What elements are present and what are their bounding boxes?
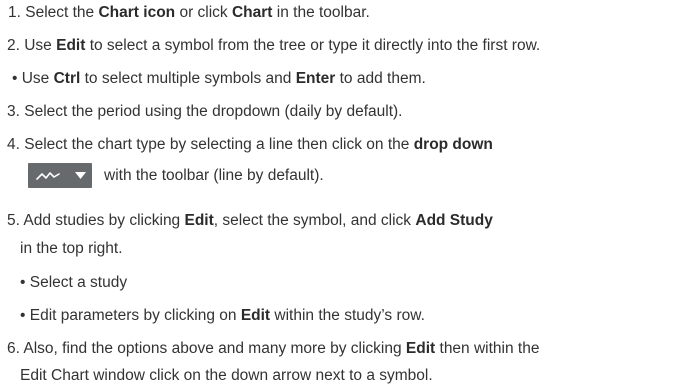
step-1-text-end: in the toolbar. xyxy=(272,4,370,21)
step-2: 2. Use Edit to select a symbol from the … xyxy=(7,36,540,56)
step-6-text-continued: Edit Chart window click on the down arro… xyxy=(20,367,433,384)
step-4-bold-drop-down: drop down xyxy=(413,136,493,153)
step-5-bold-add-study: Add Study xyxy=(415,212,493,229)
step-6-text: 6. Also, find the options above and many… xyxy=(7,340,406,357)
step-2-text: 2. Use xyxy=(7,37,57,54)
step-4-text: 4. Select the chart type by selecting a … xyxy=(7,136,414,153)
step-6-text-end: then within the xyxy=(435,340,540,357)
step-4-text-end: with the toolbar (line by default). xyxy=(104,167,324,184)
step-2-sub: • Use Ctrl to select multiple symbols an… xyxy=(12,69,426,89)
step-5-text-mid: , select the symbol, and click xyxy=(213,212,416,229)
step-1-bold-chart-icon: Chart icon xyxy=(98,4,176,21)
step-5-sub-2: • Edit parameters by clicking on Edit wi… xyxy=(20,306,425,326)
triangle-down-icon xyxy=(75,172,86,180)
step-2-sub-bold-ctrl: Ctrl xyxy=(53,70,81,87)
step-4: 4. Select the chart type by selecting a … xyxy=(7,135,493,155)
step-5-sub-2-text-end: within the study’s row. xyxy=(270,307,425,324)
step-2-sub-text-mid: to select multiple symbols and xyxy=(80,70,296,87)
step-2-sub-text: • Use xyxy=(12,70,54,87)
step-3-text: 3. Select the period using the dropdown … xyxy=(7,103,403,120)
step-5: 5. Add studies by clicking Edit, select … xyxy=(7,211,493,231)
step-1-text: 1. Select the xyxy=(8,4,99,21)
step-5-sub-2-text: • Edit parameters by clicking on xyxy=(20,307,241,324)
step-6-bold-edit: Edit xyxy=(405,340,436,357)
step-5-bold-edit: Edit xyxy=(184,212,214,229)
step-1: 1. Select the Chart icon or click Chart … xyxy=(8,3,370,23)
step-2-sub-bold-enter: Enter xyxy=(295,70,336,87)
step-2-sub-text-end: to add them. xyxy=(335,70,426,87)
step-2-bold-edit: Edit xyxy=(56,37,86,54)
chart-type-dropdown[interactable] xyxy=(28,163,92,189)
step-1-text-mid: or click xyxy=(175,4,232,21)
step-4-continued: with the toolbar (line by default). xyxy=(28,162,324,190)
step-6-continued: Edit Chart window click on the down arro… xyxy=(20,366,433,386)
step-5-sub-1-text: • Select a study xyxy=(20,274,128,291)
step-3: 3. Select the period using the dropdown … xyxy=(7,102,403,122)
step-2-text-end: to select a symbol from the tree or type… xyxy=(85,37,541,54)
step-5-sub-1: • Select a study xyxy=(20,273,127,293)
step-5-sub-2-bold-edit: Edit xyxy=(240,307,271,324)
step-5-continued: in the top right. xyxy=(20,239,123,259)
step-5-text: 5. Add studies by clicking xyxy=(7,212,185,229)
line-chart-icon xyxy=(36,172,60,180)
step-6: 6. Also, find the options above and many… xyxy=(7,339,539,359)
step-5-text-continued: in the top right. xyxy=(20,240,123,257)
step-1-bold-chart: Chart xyxy=(231,4,273,21)
